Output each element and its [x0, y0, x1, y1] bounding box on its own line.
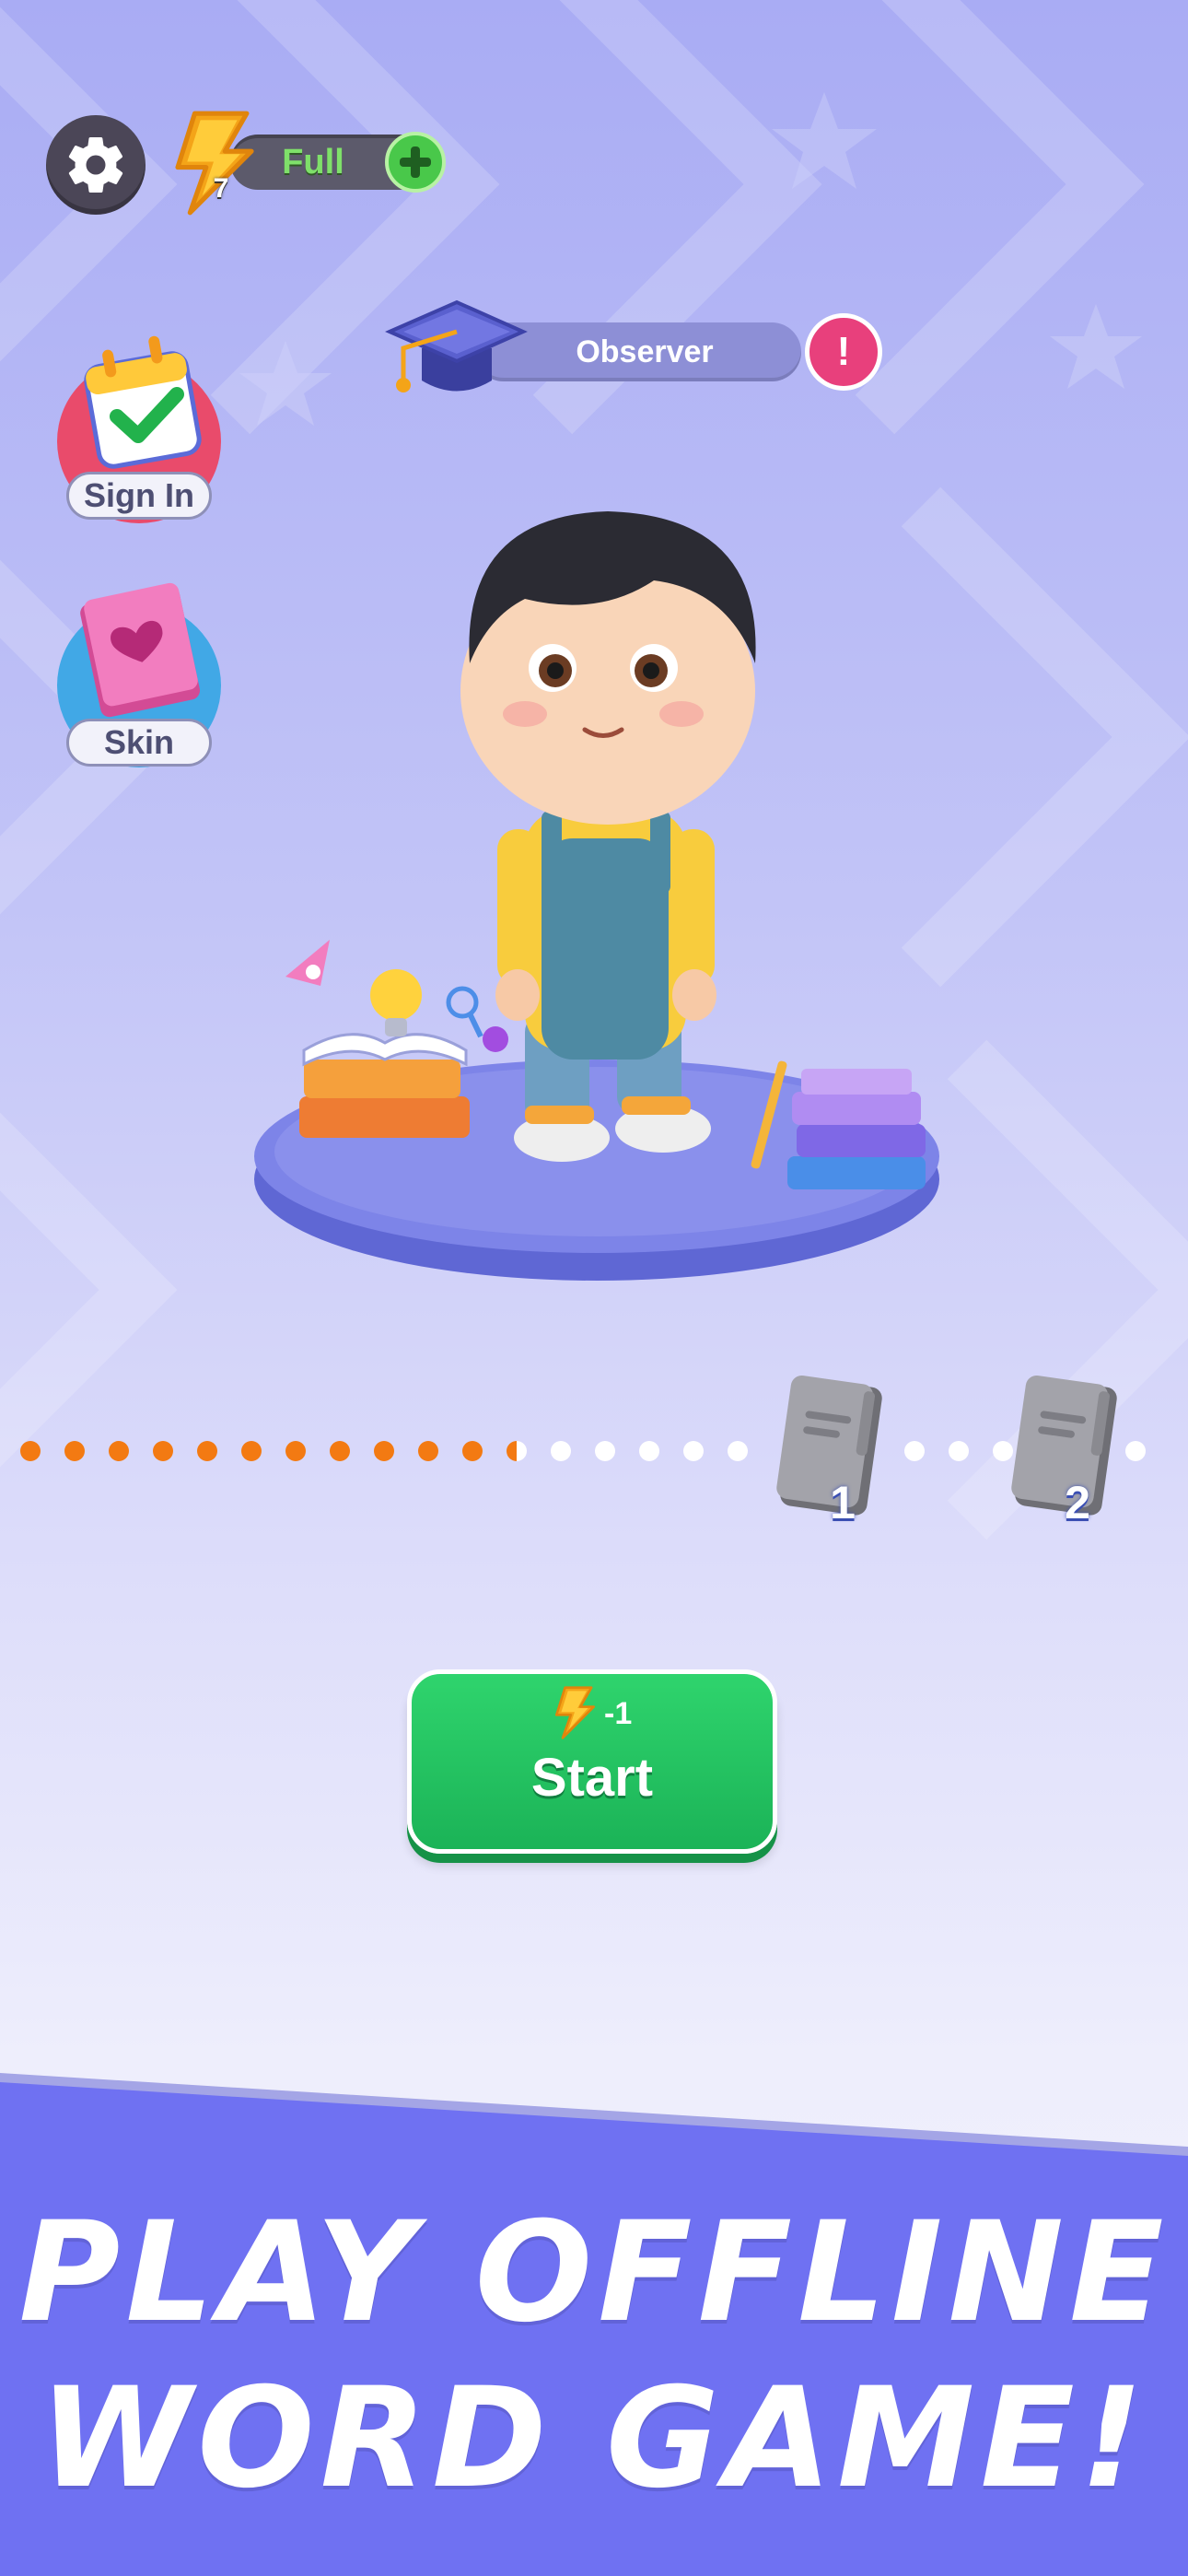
progress-dot	[285, 1441, 306, 1461]
add-energy-button[interactable]	[385, 132, 446, 193]
lightbulb-icon	[370, 969, 422, 1021]
progress-dot	[462, 1441, 483, 1461]
milestone-book-2[interactable]: 2	[999, 1373, 1137, 1529]
progress-dot	[197, 1441, 217, 1461]
rank-info-button[interactable]: !	[805, 313, 882, 391]
book-stack-right	[787, 1156, 926, 1189]
progress-dot	[551, 1441, 571, 1461]
sign-in-button[interactable]: Sign In	[57, 332, 221, 534]
rank-title: Observer	[576, 334, 714, 369]
milestone-number: 1	[830, 1477, 856, 1528]
progress-dot	[683, 1441, 704, 1461]
progress-dot	[904, 1441, 925, 1461]
gear-icon	[68, 137, 123, 193]
sign-in-label: Sign In	[66, 472, 212, 520]
settings-button[interactable]	[46, 115, 146, 215]
promo-line-2: WORD GAME!	[39, 2359, 1149, 2519]
promo-line-1: PLAY OFFLINE	[18, 2193, 1170, 2353]
book-stack-left	[299, 1096, 470, 1138]
progress-dot	[330, 1441, 350, 1461]
start-label: Start	[530, 1748, 654, 1808]
progress-dot	[639, 1441, 659, 1461]
energy-status: Full	[282, 143, 344, 181]
progress-dot	[418, 1441, 438, 1461]
start-energy-cost: -1	[604, 1696, 633, 1731]
magnifier-icon	[446, 986, 479, 1019]
milestone-book-1[interactable]: 1	[764, 1373, 903, 1529]
progress-dot	[64, 1441, 85, 1461]
progress-dot	[374, 1441, 394, 1461]
rocket-icon	[285, 940, 330, 986]
progress-dot	[595, 1441, 615, 1461]
lightning-bolt-icon	[554, 1686, 596, 1739]
progress-dot	[728, 1441, 748, 1461]
progress-dot	[507, 1441, 527, 1461]
book-heart-icon	[80, 582, 201, 718]
calendar-check-icon	[84, 335, 202, 469]
progress-dot	[241, 1441, 262, 1461]
energy-count: 7	[213, 173, 229, 204]
graduation-cap-icon	[385, 299, 528, 392]
progress-dot	[949, 1441, 969, 1461]
skin-label: Skin	[66, 719, 212, 767]
progress-dot	[153, 1441, 173, 1461]
progress-dot	[109, 1441, 129, 1461]
plus-icon	[400, 146, 431, 178]
progress-dot	[20, 1441, 41, 1461]
character-scene	[254, 511, 939, 1281]
skin-button[interactable]: Skin	[57, 576, 221, 779]
milestone-number: 2	[1065, 1477, 1090, 1528]
